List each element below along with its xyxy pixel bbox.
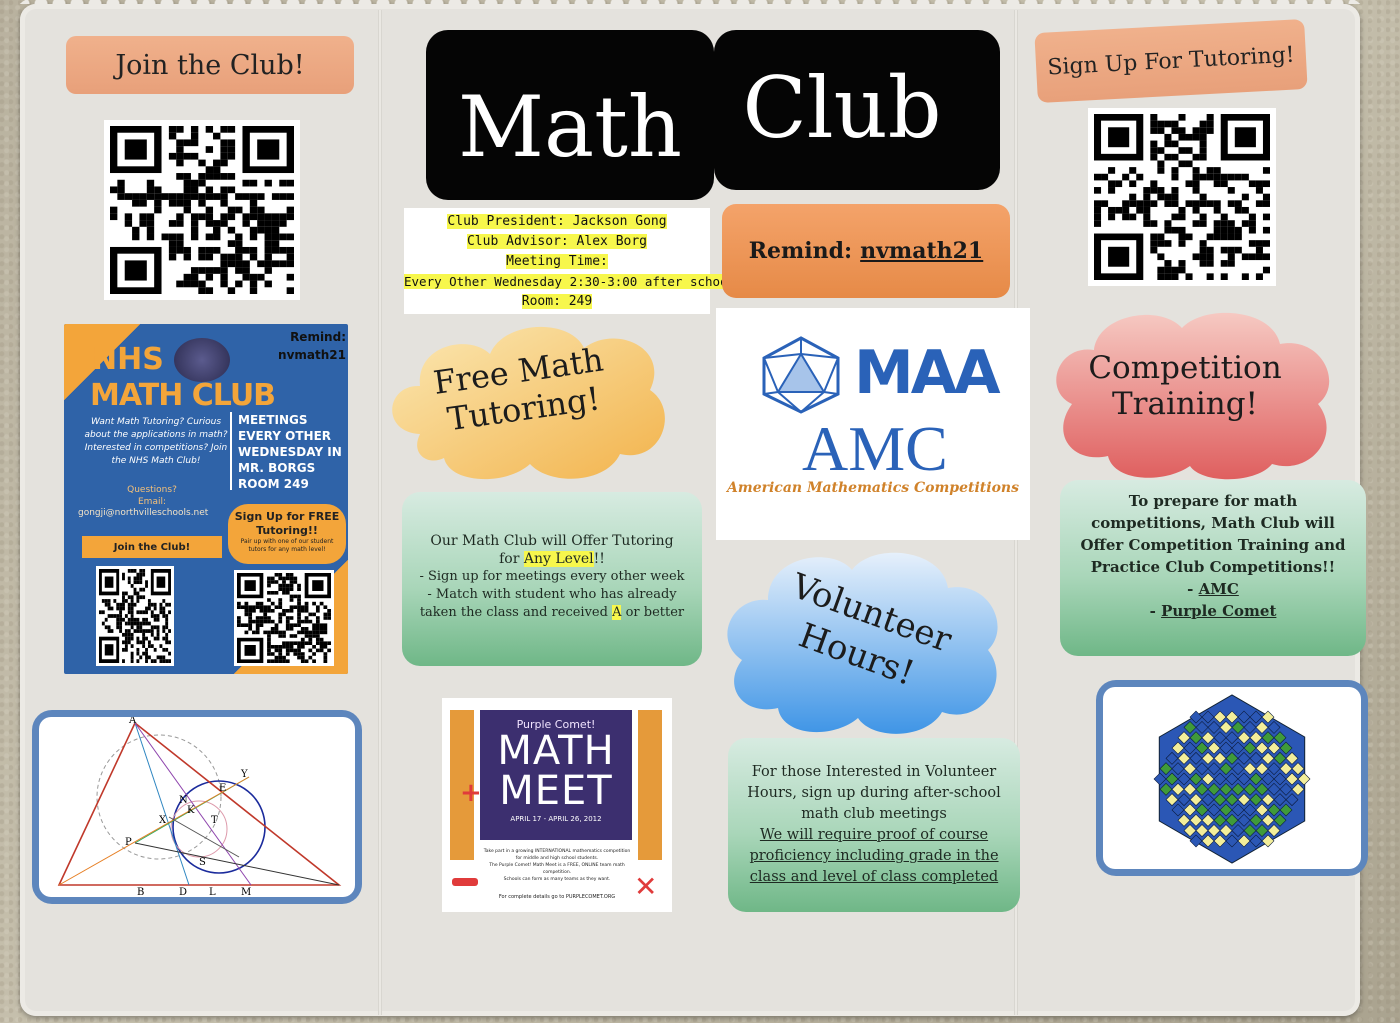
- title-math-text: Math: [458, 78, 682, 176]
- geometry-diagram: A B D L M P Y E K N X S T: [39, 717, 355, 897]
- point-label-x: X: [159, 815, 167, 826]
- purple-comet-fine-print: Take part in a growing INTERNATIONAL mat…: [483, 849, 631, 882]
- amc-text: AMC: [802, 413, 948, 484]
- signup-tutoring-text: Sign Up For Tutoring!: [1046, 42, 1296, 80]
- club-president: Club President: Jackson Gong: [447, 214, 667, 229]
- point-label-a: A: [128, 717, 137, 726]
- competition-line-2: competitions, Math Club will: [1091, 514, 1335, 532]
- competition-training-heading: Competition Training!: [1088, 350, 1282, 422]
- poster-math-symbols-icon: [174, 338, 230, 382]
- purple-comet-footer: For complete details go to PURPLECOMET.O…: [498, 894, 616, 900]
- point-label-m: M: [241, 887, 251, 897]
- point-label-t: T: [211, 815, 218, 826]
- nhs-math-club-poster: Remind: nvmath21 NHS MATH CLUB Want Math…: [64, 324, 348, 674]
- purple-comet-meet: MEET: [499, 768, 613, 814]
- poster-questions: Questions? Email:: [127, 485, 177, 507]
- title-club-box: Club: [714, 30, 1000, 190]
- competition-info-box: To prepare for math competitions, Math C…: [1060, 480, 1366, 656]
- geometry-diagram-frame: A B D L M P Y E K N X S T: [32, 710, 362, 904]
- poster-qr-left: [96, 566, 174, 666]
- title-math-box: Math: [426, 30, 714, 200]
- join-club-text: Join the Club!: [115, 49, 305, 81]
- poster-remind-label: Remind:: [290, 330, 346, 344]
- competition-line-1: To prepare for math: [1128, 492, 1298, 510]
- room-number: Room: 249: [521, 294, 593, 309]
- point-label-b: B: [137, 887, 144, 897]
- join-club-qr-code[interactable]: [104, 120, 300, 300]
- club-advisor: Club Advisor: Alex Borg: [466, 234, 647, 249]
- meeting-time-label: Meeting Time:: [506, 254, 608, 269]
- poster-blurb: Want Math Tutoring? Curious about the ap…: [84, 417, 228, 466]
- point-label-d: D: [179, 887, 187, 897]
- join-club-label: Join the Club!: [66, 36, 354, 94]
- tutoring-bullet-1: - Sign up for meetings every other week: [419, 569, 685, 584]
- isometric-cubes-art: [1103, 687, 1361, 869]
- tutoring-info-box: Our Math Club will Offer Tutoring for An…: [402, 492, 702, 666]
- minus-icon: [452, 878, 478, 886]
- volunteer-line-1: For those Interested in Volunteer: [751, 764, 997, 780]
- purple-comet-math: MATH: [497, 728, 615, 774]
- signup-tutoring-label: Sign Up For Tutoring!: [1034, 18, 1308, 104]
- volunteer-line-2: Hours, sign up during after-school: [747, 785, 1001, 801]
- point-label-p: P: [125, 837, 132, 848]
- competition-line-3: Offer Competition Training and: [1080, 536, 1346, 554]
- point-label-n: N: [179, 795, 188, 806]
- point-label-e: E: [219, 783, 226, 794]
- qr-code-icon: [1094, 114, 1270, 280]
- plus-icon: +: [460, 778, 482, 808]
- competition-item-amc: - AMC: [1187, 580, 1239, 598]
- tutoring-intro: Our Math Club will Offer Tutoring: [430, 533, 674, 549]
- point-label-l: L: [209, 887, 216, 897]
- isometric-cubes-icon: [1153, 694, 1311, 864]
- club-info-box: Club President: Jackson Gong Club Adviso…: [404, 208, 736, 314]
- purple-comet-dates: APRIL 17 - APRIL 26, 2012: [510, 815, 602, 823]
- qr-code-icon: [110, 126, 294, 294]
- qr-code-icon: [237, 573, 331, 663]
- tutoring-bullet-2: - Match with student who has already: [427, 587, 677, 602]
- poster-title-math-club: MATH CLUB: [90, 378, 276, 413]
- point-label-k: K: [187, 805, 195, 816]
- point-label-y: Y: [240, 769, 248, 780]
- times-icon: ✕: [634, 870, 658, 903]
- maa-text: MAA: [854, 338, 1001, 408]
- point-label-s: S: [199, 857, 206, 868]
- maa-amc-logo: MAA AMC American Mathematics Competition…: [716, 308, 1030, 540]
- poster-join-button: Join the Club!: [82, 536, 222, 558]
- title-club-text: Club: [742, 59, 942, 157]
- signup-tutoring-qr-code[interactable]: [1088, 108, 1276, 286]
- poster-email: gongji@northvilleschools.net: [78, 508, 209, 518]
- poster-qr-right: [234, 570, 334, 666]
- poster-remind-code: nvmath21: [278, 348, 346, 362]
- tutoring-bullet-2b: taken the class and received A or better: [419, 605, 685, 620]
- competition-line-4: Practice Club Competitions!!: [1090, 558, 1336, 576]
- volunteer-line-6: class and level of class completed: [749, 869, 999, 885]
- competition-item-purple-comet: - Purple Comet: [1149, 602, 1277, 620]
- purple-comet-poster: Purple Comet! MATH MEET APRIL 17 - APRIL…: [442, 698, 672, 912]
- icosahedron-icon: [762, 336, 840, 414]
- volunteer-line-5: proficiency including grade in the: [749, 848, 999, 864]
- qr-code-icon: [99, 569, 171, 663]
- remind-code-box: Remind: nvmath21: [722, 204, 1010, 298]
- poster-title-nhs: NHS: [92, 342, 164, 377]
- volunteer-line-3: math club meetings: [801, 806, 947, 822]
- volunteer-line-4: We will require proof of course: [759, 827, 989, 843]
- amc-full-name: American Mathematics Competitions: [727, 480, 1019, 496]
- volunteer-info-box: For those Interested in Volunteer Hours,…: [728, 738, 1020, 912]
- poster-meetings: MEETINGS EVERY OTHER WEDNESDAY IN MR. BO…: [238, 413, 342, 491]
- poster-signup-bubble: Sign Up for FREE Tutoring!! Pair up with…: [228, 504, 346, 564]
- meeting-time: Every Other Wednesday 2:30-3:00 after sc…: [404, 274, 736, 289]
- remind-code: nvmath21: [860, 238, 984, 264]
- board-fold-left: [378, 10, 382, 1015]
- isometric-cubes-frame: [1096, 680, 1368, 876]
- remind-label: Remind:: [748, 238, 853, 264]
- tutoring-any-level-line: for Any Level!!: [499, 551, 605, 567]
- triangle-circle-diagram-icon: A B D L M P Y E K N X S T: [57, 717, 342, 897]
